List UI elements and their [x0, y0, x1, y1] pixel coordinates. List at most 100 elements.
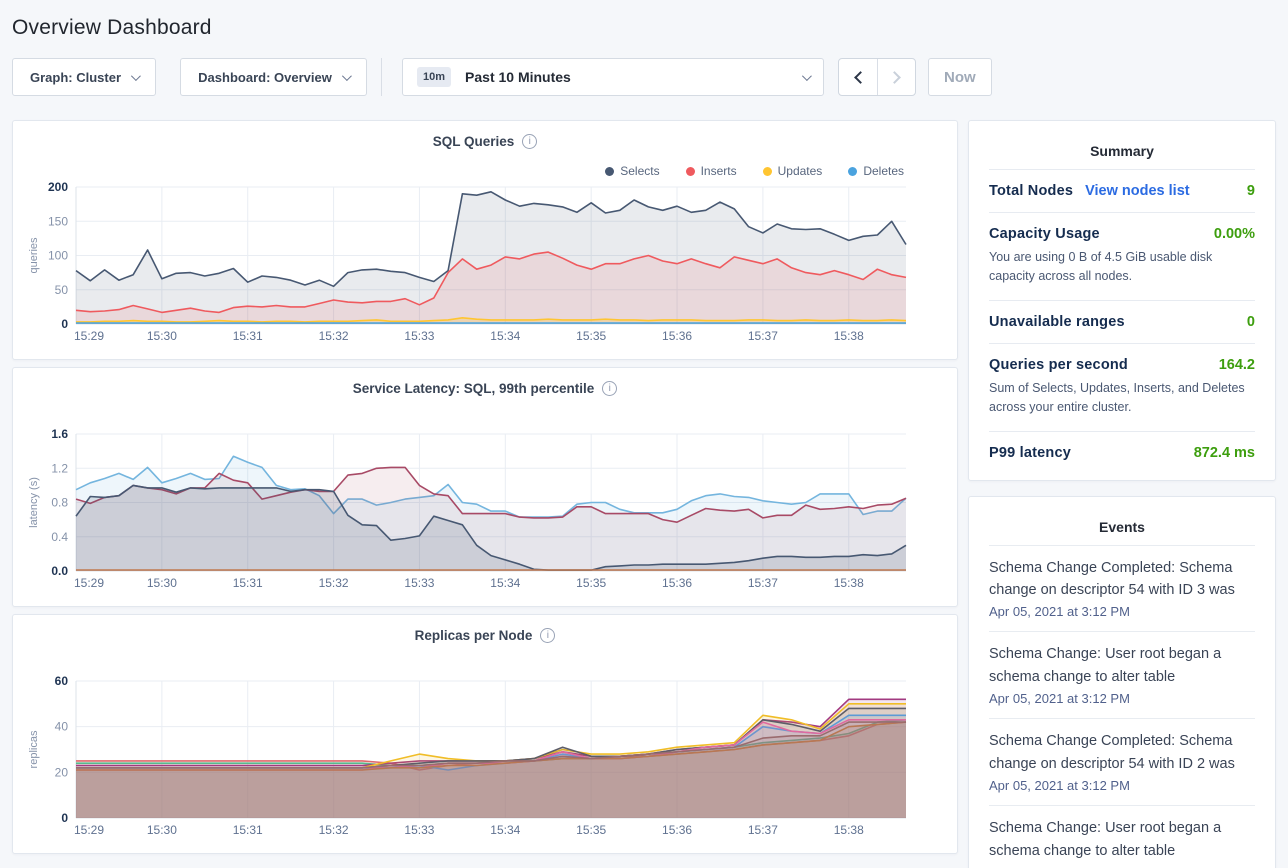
replicas-chart: 020406015:2915:3015:3115:3215:3315:3415:…: [27, 675, 945, 845]
chevron-left-icon: [854, 71, 867, 84]
svg-text:15:34: 15:34: [490, 329, 520, 343]
event-text: Schema Change Completed: Schema change o…: [989, 557, 1255, 602]
legend-item-inserts[interactable]: Inserts: [686, 163, 737, 179]
svg-text:50: 50: [55, 283, 69, 297]
divider: [381, 58, 382, 96]
svg-text:1.2: 1.2: [51, 461, 68, 475]
sql-queries-panel: SQL Queries i Selects Inserts Updates Delet…: [12, 120, 958, 360]
chevron-down-icon: [342, 71, 352, 81]
sql-queries-title: SQL Queries: [433, 134, 515, 149]
svg-text:60: 60: [55, 675, 69, 688]
events-heading: Events: [989, 511, 1255, 545]
info-icon[interactable]: i: [522, 134, 537, 149]
time-step-buttons: [838, 58, 916, 96]
view-nodes-list-link[interactable]: View nodes list: [1085, 183, 1190, 199]
service-latency-title: Service Latency: SQL, 99th percentile: [353, 381, 595, 396]
svg-text:15:30: 15:30: [147, 823, 177, 837]
svg-text:15:30: 15:30: [147, 329, 177, 343]
svg-text:15:37: 15:37: [748, 329, 778, 343]
replicas-panel: Replicas per Node i 020406015:2915:3015:…: [12, 614, 958, 854]
time-back-button[interactable]: [839, 59, 877, 95]
info-icon[interactable]: i: [540, 628, 555, 643]
unavailable-ranges-label: Unavailable ranges: [989, 314, 1125, 330]
svg-text:100: 100: [48, 249, 68, 263]
svg-text:15:31: 15:31: [233, 329, 263, 343]
legend-item-deletes[interactable]: Deletes: [848, 163, 904, 179]
legend-label: Updates: [778, 164, 823, 178]
summary-row-capacity: Capacity Usage 0.00% You are using 0 B o…: [989, 212, 1255, 300]
summary-row-unavailable: Unavailable ranges 0: [989, 300, 1255, 343]
svg-text:queries: queries: [28, 237, 40, 274]
summary-row-total-nodes: Total Nodes View nodes list 9: [989, 169, 1255, 212]
svg-text:200: 200: [48, 181, 68, 194]
service-latency-chart: 0.00.40.81.21.615:2915:3015:3115:3215:33…: [27, 428, 945, 598]
svg-text:15:36: 15:36: [662, 329, 692, 343]
sidebar-column: Summary Total Nodes View nodes list 9 Ca…: [968, 120, 1276, 868]
events-panel: Events Schema Change Completed: Schema c…: [968, 496, 1276, 868]
dashboard-dropdown[interactable]: Dashboard: Overview: [180, 58, 367, 96]
service-latency-legend: [27, 410, 943, 426]
total-nodes-value: 9: [1247, 183, 1255, 199]
svg-text:15:36: 15:36: [662, 823, 692, 837]
summary-panel: Summary Total Nodes View nodes list 9 Ca…: [968, 120, 1276, 481]
svg-text:replicas: replicas: [28, 730, 40, 768]
event-timestamp: Apr 05, 2021 at 3:12 PM: [989, 778, 1255, 793]
svg-text:1.6: 1.6: [51, 428, 68, 441]
legend-label: Inserts: [701, 164, 737, 178]
event-item[interactable]: Schema Change Completed: Schema change o…: [989, 718, 1255, 805]
sql-queries-chart: 05010015020015:2915:3015:3115:3215:3315:…: [27, 181, 945, 351]
svg-text:15:38: 15:38: [834, 329, 864, 343]
svg-text:15:31: 15:31: [233, 576, 263, 590]
summary-row-p99: P99 latency 872.4 ms: [989, 431, 1255, 474]
event-item[interactable]: Schema Change: User root began a schema …: [989, 805, 1255, 868]
now-button[interactable]: Now: [928, 58, 992, 96]
event-item[interactable]: Schema Change Completed: Schema change o…: [989, 545, 1255, 632]
legend-label: Selects: [620, 164, 659, 178]
svg-text:0: 0: [61, 317, 68, 331]
graph-dropdown[interactable]: Graph: Cluster: [12, 58, 156, 96]
svg-text:0: 0: [61, 811, 68, 825]
svg-text:15:33: 15:33: [404, 576, 434, 590]
legend-item-updates[interactable]: Updates: [763, 163, 823, 179]
svg-text:15:32: 15:32: [319, 329, 349, 343]
svg-text:0.4: 0.4: [51, 530, 68, 544]
svg-text:15:30: 15:30: [147, 576, 177, 590]
qps-value: 164.2: [1219, 357, 1255, 373]
time-range-selector[interactable]: 10m Past 10 Minutes: [402, 58, 824, 96]
legend-dot: [686, 167, 695, 176]
qps-desc: Sum of Selects, Updates, Inserts, and De…: [989, 379, 1255, 418]
legend-dot: [763, 167, 772, 176]
svg-text:15:29: 15:29: [74, 329, 104, 343]
svg-text:latency (s): latency (s): [28, 477, 40, 528]
chevron-down-icon: [802, 71, 812, 81]
legend-dot: [605, 167, 614, 176]
svg-text:15:34: 15:34: [490, 576, 520, 590]
page-root: Overview Dashboard Graph: Cluster Dashbo…: [0, 0, 1288, 868]
event-item[interactable]: Schema Change: User root began a schema …: [989, 631, 1255, 718]
info-icon[interactable]: i: [602, 381, 617, 396]
svg-text:15:34: 15:34: [490, 823, 520, 837]
graph-dropdown-label: Graph: Cluster: [30, 70, 121, 85]
event-timestamp: Apr 05, 2021 at 3:12 PM: [989, 691, 1255, 706]
chevron-right-icon: [888, 71, 901, 84]
capacity-usage-label: Capacity Usage: [989, 226, 1100, 242]
replicas-title: Replicas per Node: [415, 628, 533, 643]
unavailable-ranges-value: 0: [1247, 314, 1255, 330]
qps-label: Queries per second: [989, 357, 1128, 373]
time-range-badge: 10m: [417, 67, 451, 87]
time-forward-button[interactable]: [877, 59, 915, 95]
event-text: Schema Change Completed: Schema change o…: [989, 730, 1255, 775]
svg-text:0.0: 0.0: [51, 564, 68, 578]
charts-column: SQL Queries i Selects Inserts Updates Delet…: [12, 120, 958, 861]
svg-text:15:37: 15:37: [748, 823, 778, 837]
event-timestamp: Apr 05, 2021 at 3:12 PM: [989, 604, 1255, 619]
legend-item-selects[interactable]: Selects: [605, 163, 659, 179]
svg-text:15:37: 15:37: [748, 576, 778, 590]
dashboard-dropdown-label: Dashboard: Overview: [198, 70, 332, 85]
sql-queries-legend: Selects Inserts Updates Deletes: [27, 163, 943, 179]
svg-text:15:29: 15:29: [74, 576, 104, 590]
total-nodes-label: Total Nodes: [989, 183, 1073, 199]
svg-text:20: 20: [55, 765, 69, 779]
page-title: Overview Dashboard: [12, 16, 1276, 40]
p99-latency-value: 872.4 ms: [1194, 445, 1255, 461]
